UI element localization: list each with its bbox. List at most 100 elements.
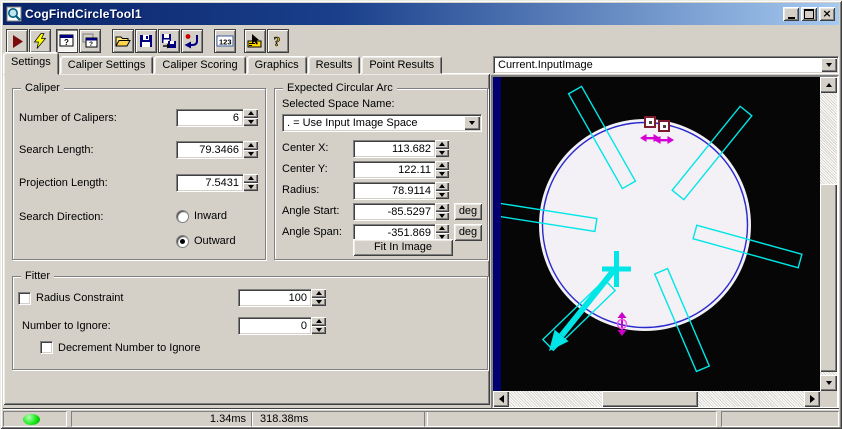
numeric-123-icon: 123 xyxy=(216,35,234,47)
close-button[interactable]: × xyxy=(819,7,835,21)
arc-group-title: Expected Circular Arc xyxy=(283,82,397,95)
open-file-button[interactable] xyxy=(112,29,134,53)
vertical-scrollbar[interactable] xyxy=(820,77,837,391)
scrollbar-corner xyxy=(820,391,837,407)
chevron-down-icon xyxy=(826,63,832,67)
tab-point-results[interactable]: Point Results xyxy=(361,56,443,74)
decrement-number-checkbox[interactable] xyxy=(40,341,53,354)
reset-button[interactable] xyxy=(181,29,203,53)
svg-text:123: 123 xyxy=(219,38,232,47)
tab-settings[interactable]: Settings xyxy=(3,52,59,75)
caliper-group-title: Caliper xyxy=(21,82,64,95)
search-length-field[interactable]: 79.3466 xyxy=(176,141,244,159)
spin-down[interactable] xyxy=(435,148,449,157)
number-of-calipers-label: Number of Calipers: xyxy=(19,112,117,124)
settings-tab-page: Caliper Number of Calipers: 6 Search Len… xyxy=(3,73,490,405)
horizontal-scroll-thumb[interactable] xyxy=(602,391,698,407)
spin-down[interactable] xyxy=(243,182,258,191)
minimize-button[interactable] xyxy=(783,7,799,21)
float-window-button[interactable]: ? xyxy=(79,29,101,53)
radius-field[interactable]: 78.9114 xyxy=(353,182,436,200)
maximize-icon xyxy=(804,9,814,19)
graphics-pick-button[interactable] xyxy=(244,29,266,53)
titlebar: CogFindCircleTool1 × xyxy=(3,3,839,25)
projection-length-label: Projection Length: xyxy=(19,177,108,189)
app-icon xyxy=(6,6,22,22)
toolbar: ? ? 123 ? xyxy=(3,27,839,54)
spin-down[interactable] xyxy=(435,211,449,220)
spin-up[interactable] xyxy=(311,289,326,298)
spin-down[interactable] xyxy=(435,190,449,199)
center-y-field[interactable]: 122.11 xyxy=(353,161,436,179)
image-source-combobox[interactable]: Current.InputImage xyxy=(493,56,839,74)
outward-radio[interactable] xyxy=(176,235,189,248)
chevron-down-icon xyxy=(469,121,475,125)
save-icon xyxy=(140,35,152,47)
tab-caliper-scoring[interactable]: Caliper Scoring xyxy=(154,56,246,74)
spin-up[interactable] xyxy=(435,203,449,212)
tab-graphics[interactable]: Graphics xyxy=(246,56,307,74)
number-of-calipers-field[interactable]: 6 xyxy=(176,109,244,127)
spin-down[interactable] xyxy=(435,169,449,178)
projection-length-field[interactable]: 7.5431 xyxy=(176,174,244,192)
outward-label: Outward xyxy=(194,235,236,247)
spin-up[interactable] xyxy=(435,161,449,170)
center-x-field[interactable]: 113.682 xyxy=(353,140,436,158)
show-image-window-button[interactable]: ? xyxy=(56,29,78,53)
svg-text:?: ? xyxy=(274,35,281,49)
angle-start-spinner xyxy=(435,203,449,220)
spin-up[interactable] xyxy=(243,109,258,118)
trigger-button[interactable] xyxy=(29,29,51,53)
search-length-label: Search Length: xyxy=(19,144,94,156)
horizontal-scrollbar[interactable] xyxy=(493,391,820,407)
numeric-results-button[interactable]: 123 xyxy=(214,29,236,53)
space-name-combobox[interactable]: . = Use Input Image Space xyxy=(282,114,482,132)
spin-up[interactable] xyxy=(243,174,258,183)
fitter-group-title: Fitter xyxy=(21,270,55,283)
center-y-label: Center Y: xyxy=(282,163,328,175)
input-image-display[interactable] xyxy=(501,77,820,391)
combo-dropdown-button[interactable] xyxy=(464,116,480,130)
angle-span-deg-button[interactable]: deg xyxy=(454,224,482,241)
save-as-button[interactable] xyxy=(158,29,180,53)
radius-constraint-checkbox[interactable] xyxy=(18,292,31,305)
graphics-pick-icon xyxy=(247,34,262,48)
scroll-right-button[interactable] xyxy=(804,391,820,407)
radius-constraint-field[interactable]: 100 xyxy=(238,289,312,307)
angle-start-field[interactable]: -85.5297 xyxy=(353,203,436,221)
inward-radio[interactable] xyxy=(176,210,189,223)
scroll-left-button[interactable] xyxy=(493,391,509,407)
image-display-frame xyxy=(491,75,839,409)
arrow-left-icon xyxy=(498,395,504,403)
spin-down[interactable] xyxy=(311,325,326,334)
maximize-button[interactable] xyxy=(801,7,817,21)
spin-up[interactable] xyxy=(243,141,258,150)
spin-up[interactable] xyxy=(435,140,449,149)
tab-caliper-settings[interactable]: Caliper Settings xyxy=(59,56,154,74)
spin-down[interactable] xyxy=(243,149,258,158)
float-window-icon: ? xyxy=(82,33,98,48)
part-disc xyxy=(539,119,751,331)
help-button[interactable]: ? xyxy=(267,29,289,53)
spin-up[interactable] xyxy=(311,317,326,326)
save-button[interactable] xyxy=(135,29,157,53)
number-to-ignore-field[interactable]: 0 xyxy=(238,317,312,335)
spin-down[interactable] xyxy=(311,297,326,306)
selected-space-name-label: Selected Space Name: xyxy=(282,98,395,110)
run-icon xyxy=(13,35,23,48)
scroll-down-button[interactable] xyxy=(820,375,837,391)
spin-up[interactable] xyxy=(435,182,449,191)
fitter-group: Fitter Radius Constraint 100 Number to I… xyxy=(12,270,488,370)
combo-dropdown-button[interactable] xyxy=(821,58,837,72)
spin-up[interactable] xyxy=(435,224,449,233)
vertical-scroll-thumb[interactable] xyxy=(820,184,837,372)
spin-down[interactable] xyxy=(243,117,258,126)
run-button[interactable] xyxy=(6,29,28,53)
tab-results[interactable]: Results xyxy=(307,56,361,74)
status-time1: 1.34ms xyxy=(71,411,253,427)
close-icon: × xyxy=(822,7,832,20)
fit-in-image-button[interactable]: Fit In Image xyxy=(353,239,453,256)
radius-spinner xyxy=(435,182,449,199)
angle-start-deg-button[interactable]: deg xyxy=(454,203,482,220)
scroll-up-button[interactable] xyxy=(820,77,837,93)
